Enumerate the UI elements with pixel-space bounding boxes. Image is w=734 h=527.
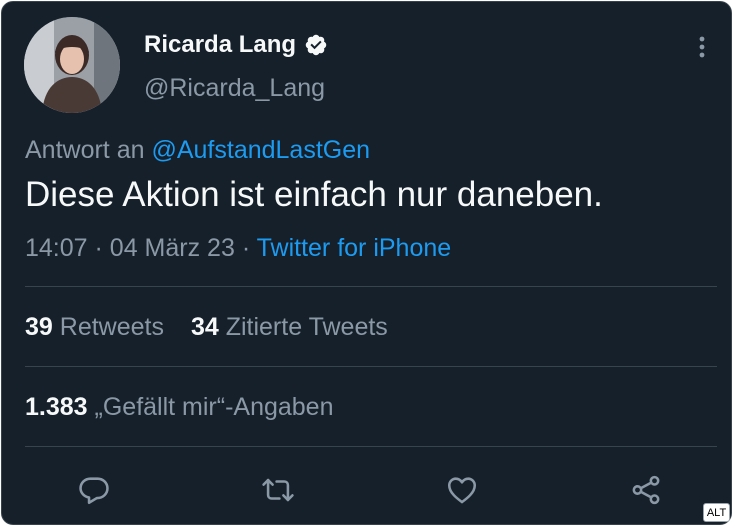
likes-stat[interactable]: 1.383 „Gefällt mir“-Angaben xyxy=(25,393,334,421)
retweets-stat[interactable]: 39 Retweets xyxy=(25,313,171,341)
reply-prefix: Antwort an xyxy=(25,136,145,164)
author-handle[interactable]: @Ricarda_Lang xyxy=(144,73,325,103)
more-options-icon[interactable] xyxy=(692,32,712,62)
tweet-source-link[interactable]: Twitter for iPhone xyxy=(257,234,452,262)
reply-context: Antwort an @AufstandLastGen xyxy=(25,134,370,166)
retweet-icon[interactable] xyxy=(258,470,298,510)
avatar-photo xyxy=(24,17,120,113)
divider xyxy=(25,366,717,367)
share-icon[interactable] xyxy=(626,470,666,510)
divider xyxy=(25,286,717,287)
tweet-meta: 14:07 · 04 März 23 · Twitter for iPhone xyxy=(25,232,451,264)
quotes-label: Zitierte Tweets xyxy=(225,313,388,341)
divider xyxy=(25,446,717,447)
reply-mention-link[interactable]: @AufstandLastGen xyxy=(151,136,370,164)
reply-icon[interactable] xyxy=(74,470,114,510)
meta-separator: · xyxy=(94,234,103,262)
meta-separator: · xyxy=(241,234,251,262)
tweet-time[interactable]: 14:07 xyxy=(25,234,88,262)
author-name-row[interactable]: Ricarda Lang xyxy=(144,30,328,60)
verified-badge-icon xyxy=(305,34,327,56)
tweet-text: Diese Aktion ist einfach nur daneben. xyxy=(25,175,603,214)
quotes-count: 34 xyxy=(190,313,219,341)
tweet-card: Ricarda Lang @Ricarda_Lang Antwort an @A… xyxy=(1,1,732,525)
avatar[interactable] xyxy=(24,17,120,113)
retweets-label: Retweets xyxy=(59,313,164,341)
retweet-stats-row: 39 Retweets 34 Zitierte Tweets xyxy=(25,311,408,343)
tweet-date[interactable]: 04 März 23 xyxy=(110,234,235,262)
alt-text-badge[interactable]: ALT xyxy=(703,503,730,522)
author-display-name[interactable]: Ricarda Lang xyxy=(144,30,296,60)
like-icon[interactable] xyxy=(442,470,482,510)
retweets-count: 39 xyxy=(25,313,53,341)
quotes-stat[interactable]: 34 Zitierte Tweets xyxy=(191,313,388,341)
likes-count: 1.383 xyxy=(25,393,88,421)
likes-label: „Gefällt mir“-Angaben xyxy=(94,393,334,421)
likes-stats-row: 1.383 „Gefällt mir“-Angaben xyxy=(25,391,354,423)
